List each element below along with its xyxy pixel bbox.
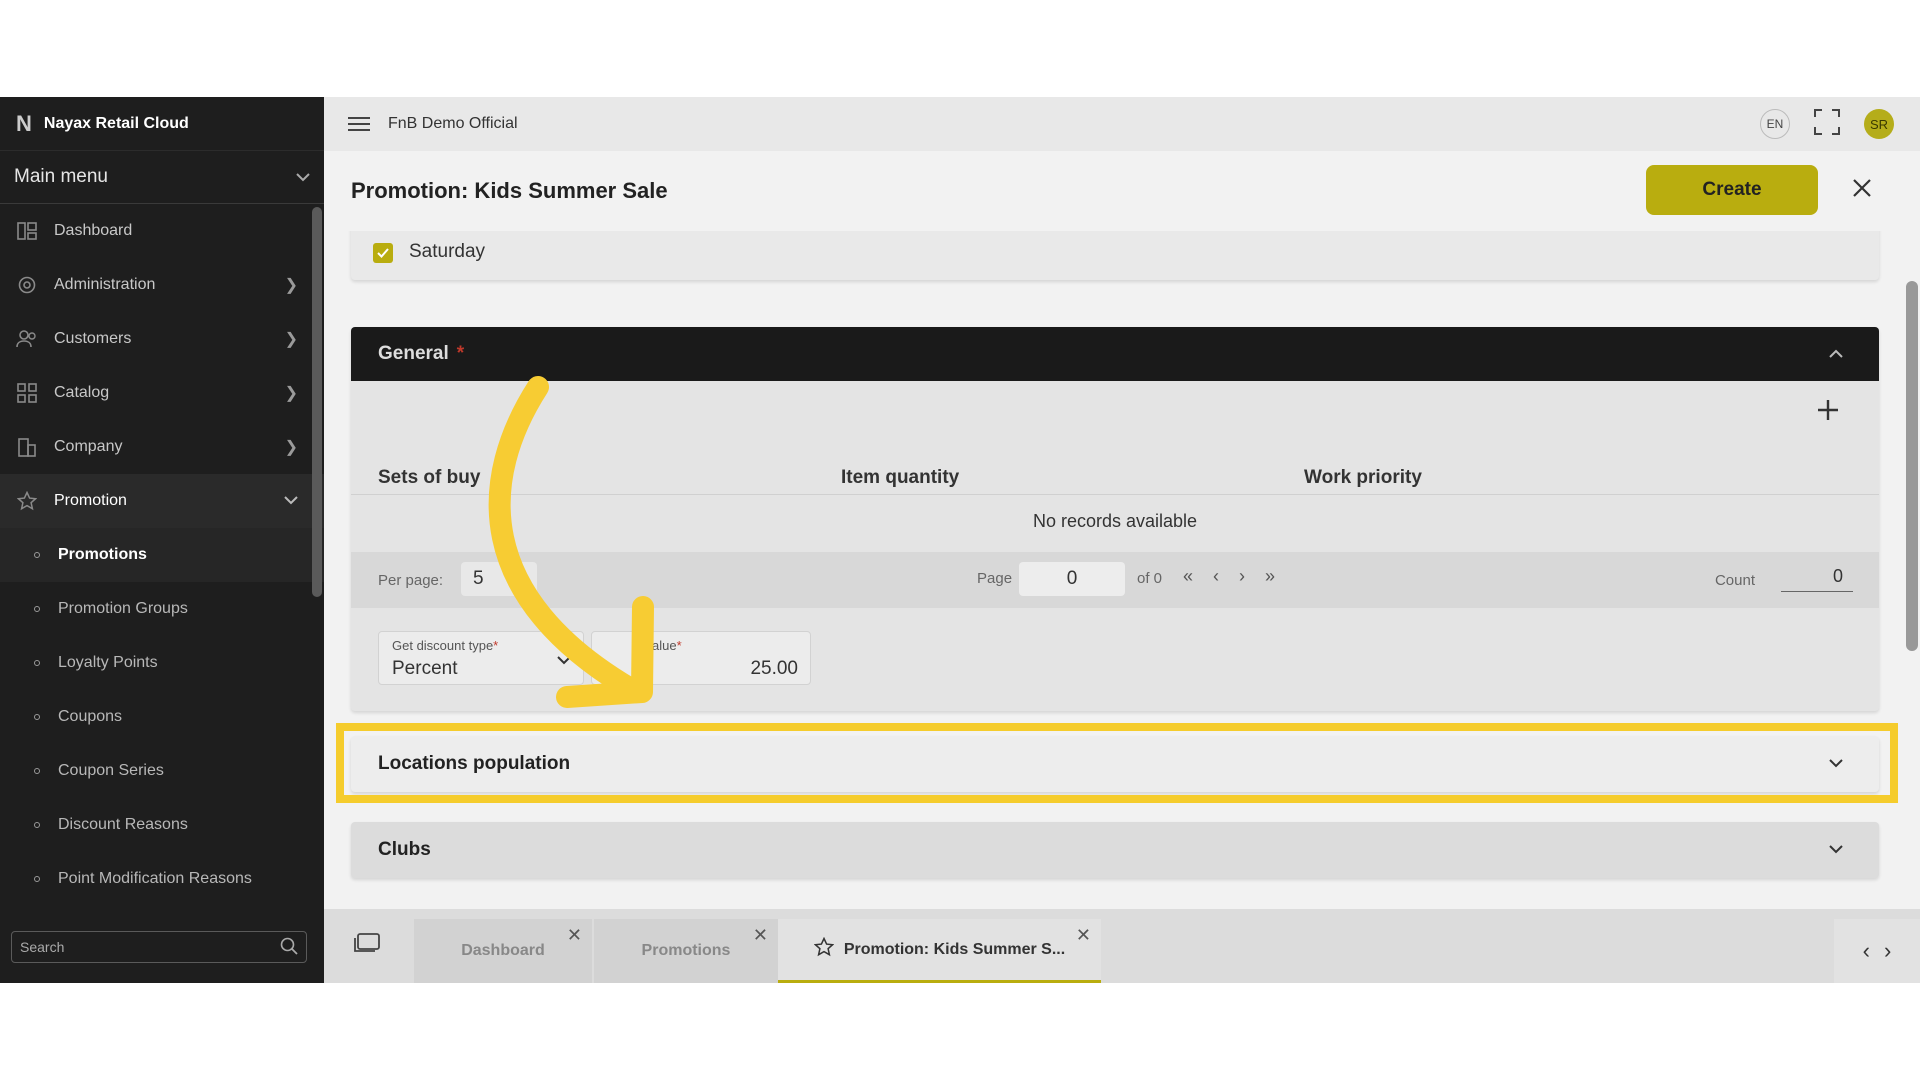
annotation-arrow-icon <box>488 376 654 708</box>
app-frame: N Nayax Retail Cloud Main menu Dashboard… <box>0 97 1920 983</box>
